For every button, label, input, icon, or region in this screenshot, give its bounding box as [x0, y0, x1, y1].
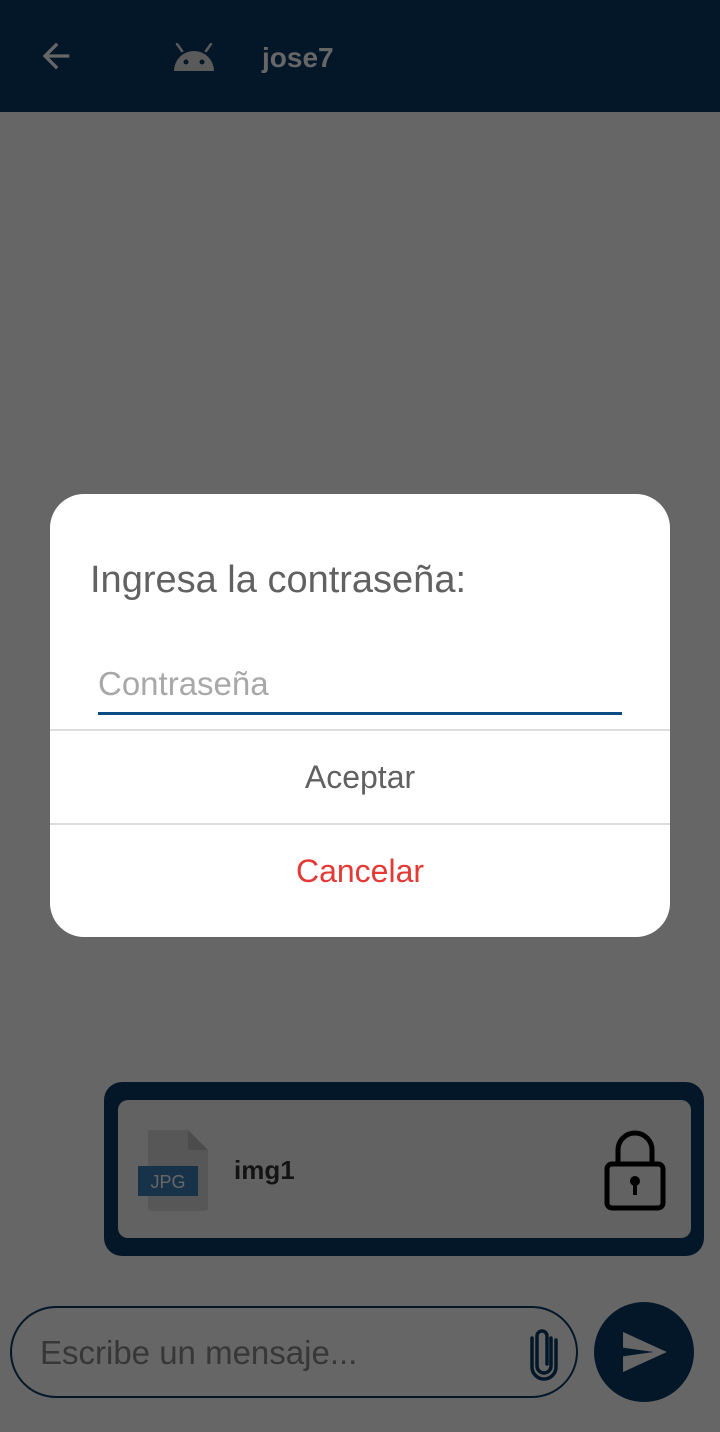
password-dialog: Ingresa la contraseña: Aceptar Cancelar — [50, 494, 670, 937]
cancel-button[interactable]: Cancelar — [50, 825, 670, 917]
accept-button[interactable]: Aceptar — [50, 731, 670, 823]
password-field[interactable] — [98, 660, 622, 715]
dialog-title: Ingresa la contraseña: — [90, 559, 467, 601]
password-input[interactable] — [98, 660, 622, 708]
